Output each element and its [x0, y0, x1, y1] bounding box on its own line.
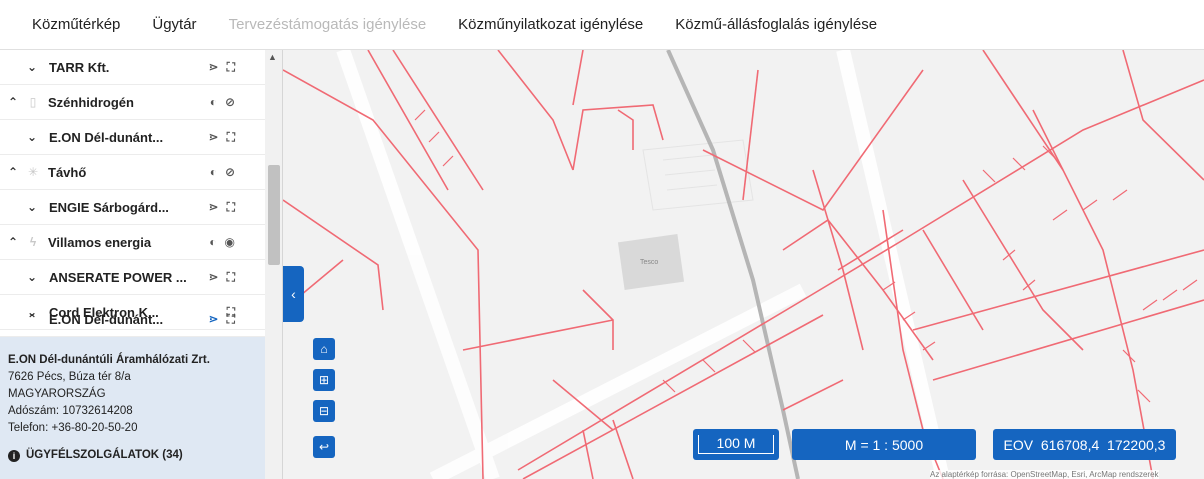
- company-phone: Telefon: +36-80-20-50-20: [8, 422, 138, 434]
- share-icon[interactable]: ⋗: [209, 60, 219, 74]
- info-icon: i: [8, 449, 20, 462]
- company-tax-number: Adószám: 10732614208: [8, 405, 133, 417]
- layer-provider-row[interactable]: ⌄ E.ON Dél-dunánt... ⋗ ⛶: [0, 120, 265, 155]
- map-layer: Tesco: [283, 50, 1204, 479]
- layer-label: ENGIE Sárbogárd...: [49, 199, 169, 215]
- zoom-out-icon: ⊟: [318, 404, 330, 418]
- fullscreen-icon[interactable]: ⛶: [227, 130, 235, 145]
- scroll-up-icon[interactable]: ▲: [268, 52, 277, 62]
- layer-category-row[interactable]: ⌃ ϟ Villamos energia ◐ ◉: [0, 225, 265, 260]
- tab-tervezestamogatas[interactable]: Tervezéstámogatás igénylése: [229, 16, 427, 33]
- share-icon[interactable]: ⋗: [209, 312, 219, 326]
- layer-label: E.ON Dél-dunánt...: [49, 129, 164, 145]
- share-icon[interactable]: ⋗: [209, 130, 219, 144]
- back-button[interactable]: ↩: [313, 436, 335, 458]
- layer-provider-row[interactable]: ⌄ ENGIE Sárbogárd... ⋗ ⛶: [0, 190, 265, 225]
- eye-off-icon[interactable]: ⊘: [225, 165, 235, 179]
- layer-provider-row-selected[interactable]: ⌃ E.ON Dél-dunánt... ⋗ ⛶: [0, 302, 265, 337]
- layer-category-row[interactable]: ⌃ ▯ Szénhidrogén ◐ ⊘: [0, 85, 265, 120]
- lightning-icon: ϟ: [29, 235, 37, 249]
- eye-off-icon[interactable]: ⊘: [225, 95, 235, 109]
- contrast-icon[interactable]: ◐: [210, 95, 217, 109]
- map-ratio-label: M = 1 : 5000: [844, 436, 924, 453]
- layer-label: Szénhidrogén: [48, 94, 134, 110]
- chevron-up-icon[interactable]: ⌃: [6, 235, 20, 249]
- tab-kozmuterkep[interactable]: Közműtérkép: [32, 16, 120, 33]
- map-attribution: Az alaptérkép forrása: OpenStreetMap, Es…: [930, 470, 1159, 479]
- fullscreen-icon[interactable]: ⛶: [227, 200, 235, 215]
- fullscreen-icon[interactable]: ⛶: [227, 270, 235, 285]
- contrast-icon[interactable]: ◐: [210, 165, 217, 179]
- collapse-sidebar-button[interactable]: ‹: [283, 266, 304, 322]
- top-navigation: Közműtérkép Ügytár Tervezéstámogatás igé…: [0, 0, 1204, 50]
- share-icon[interactable]: ⋗: [209, 200, 219, 214]
- home-button[interactable]: ⌂: [313, 338, 335, 360]
- map-canvas[interactable]: Tesco: [283, 50, 1204, 479]
- layer-label: ANSERATE POWER ...: [49, 269, 187, 285]
- zoom-in-button[interactable]: ⊞: [313, 369, 335, 391]
- scale-bar: 100 M: [693, 429, 779, 460]
- contrast-icon[interactable]: ◐: [209, 235, 216, 249]
- chevron-up-icon[interactable]: ⌃: [6, 165, 20, 179]
- home-icon: ⌂: [320, 342, 328, 356]
- coordinate-label: EOV 616708,4 172200,3: [1003, 436, 1166, 453]
- scale-label: 100 M: [697, 435, 775, 454]
- gas-icon: ▯: [29, 95, 37, 109]
- map-ratio[interactable]: M = 1 : 5000: [792, 429, 976, 460]
- chevron-up-icon[interactable]: ⌃: [6, 95, 20, 109]
- tab-ugytar[interactable]: Ügytár: [152, 16, 196, 33]
- chevron-up-icon[interactable]: ⌃: [25, 312, 39, 326]
- heat-icon: ✳: [27, 165, 39, 179]
- chevron-down-icon[interactable]: ⌄: [25, 200, 39, 214]
- fullscreen-icon[interactable]: ⛶: [227, 312, 235, 327]
- sidebar-scrollbar-thumb[interactable]: [268, 165, 280, 265]
- layer-label: E.ON Dél-dunánt...: [49, 311, 164, 327]
- eye-icon[interactable]: ◉: [225, 235, 235, 249]
- share-icon[interactable]: ⋗: [209, 270, 219, 284]
- back-icon: ↩: [318, 440, 330, 454]
- customer-services-label: ÜGYFÉLSZOLGÁLATOK (34): [26, 449, 183, 461]
- layer-provider-row[interactable]: ⌄ ANSERATE POWER ... ⋗ ⛶: [0, 260, 265, 295]
- layer-label: TARR Kft.: [49, 59, 110, 75]
- company-address: 7626 Pécs, Búza tér 8/a: [8, 371, 131, 383]
- coordinate-display: EOV 616708,4 172200,3: [993, 429, 1176, 460]
- chevron-down-icon[interactable]: ⌄: [25, 130, 39, 144]
- layer-label: Távhő: [48, 164, 87, 180]
- company-country: MAGYARORSZÁG: [8, 388, 106, 400]
- layer-category-row[interactable]: ⌃ ✳ Távhő ◐ ⊘: [0, 155, 265, 190]
- tab-kozmunyilatkozat[interactable]: Közműnyilatkozat igénylése: [458, 16, 643, 33]
- provider-details-panel: E.ON Dél-dunántúli Áramhálózati Zrt. 762…: [0, 337, 265, 479]
- zoom-out-button[interactable]: ⊟: [313, 400, 335, 422]
- layers-sidebar: ⌄ TARR Kft. ⋗ ⛶ ⌃ ▯ Szénhidrogén ◐ ⊘ ⌄ E.O…: [0, 50, 283, 479]
- layer-provider-row[interactable]: ⌄ TARR Kft. ⋗ ⛶: [0, 50, 265, 85]
- chevron-down-icon[interactable]: ⌄: [25, 60, 39, 74]
- company-name: E.ON Dél-dunántúli Áramhálózati Zrt.: [8, 354, 210, 366]
- layer-label: Villamos energia: [48, 234, 152, 250]
- chevron-down-icon[interactable]: ⌄: [25, 270, 39, 284]
- tab-kozmu-allasfoglalas[interactable]: Közmű-állásfoglalás igénylése: [675, 16, 877, 33]
- zoom-in-icon: ⊞: [318, 373, 330, 387]
- fullscreen-icon[interactable]: ⛶: [227, 60, 235, 75]
- customer-services-link[interactable]: i ÜGYFÉLSZOLGÁLATOK (34): [8, 447, 257, 464]
- building-label: Tesco: [640, 259, 658, 266]
